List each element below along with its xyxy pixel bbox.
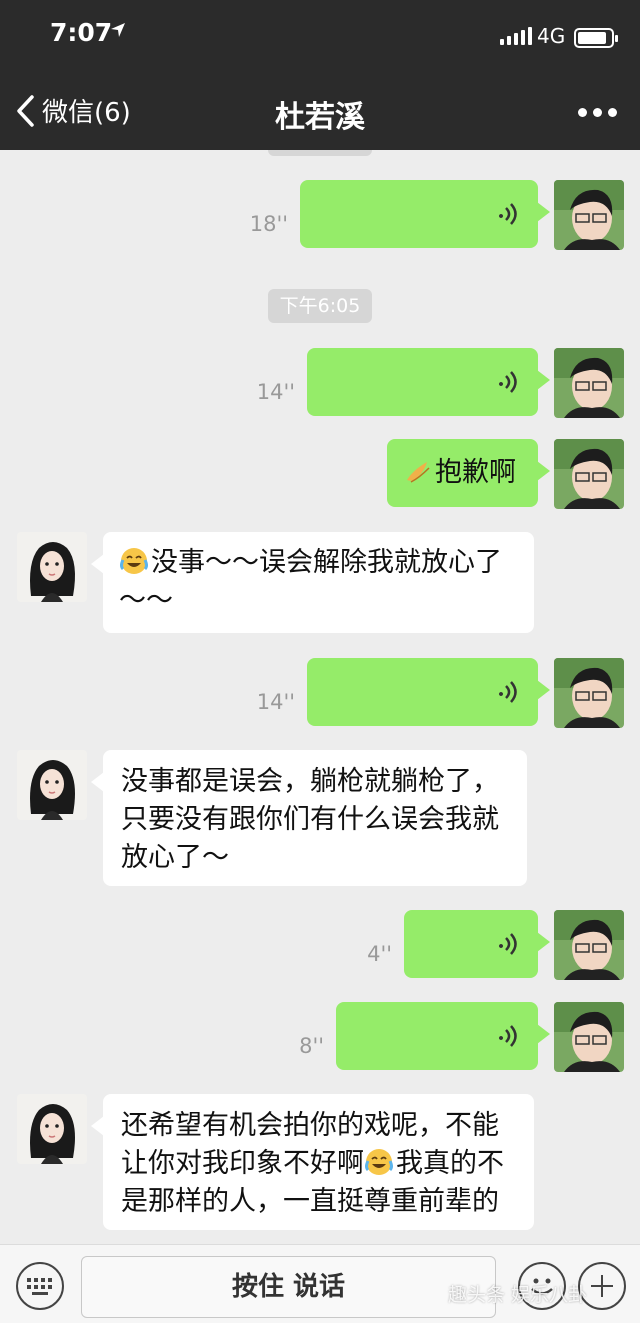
battery-icon — [574, 28, 618, 48]
contact-avatar[interactable] — [17, 1094, 87, 1164]
keyboard-glyph — [27, 1278, 52, 1295]
voice-wave-icon — [499, 933, 517, 955]
text-message[interactable]: 还希望有机会拍你的戏呢，不能 让你对我印象不好啊 我真的不 是那样的人，一直挺尊重… — [91, 1094, 534, 1230]
voice-duration: 14'' — [256, 380, 295, 404]
avatar-image — [17, 1094, 87, 1164]
voice-duration: 18'' — [249, 212, 288, 236]
voice-message[interactable] — [404, 910, 550, 978]
timestamp: 下午6:05 — [268, 289, 372, 323]
avatar-image — [554, 348, 624, 418]
top-bar: 7:07 4G 微信(6) 杜若溪 — [0, 0, 640, 150]
message-text-line: 是那样的人，一直挺尊重前辈的 — [121, 1186, 499, 1217]
avatar-image — [17, 532, 87, 602]
clasped-hands-emoji — [407, 462, 430, 483]
voice-message[interactable] — [336, 1002, 550, 1070]
message-text-line: 只要没有跟你们有什么误会我就 — [121, 804, 499, 835]
text-message[interactable]: 没事都是误会，躺枪就躺枪了， 只要没有跟你们有什么误会我就 放心了～ — [91, 750, 527, 886]
my-avatar[interactable] — [554, 658, 624, 728]
my-avatar[interactable] — [554, 180, 624, 250]
voice-message[interactable] — [307, 348, 550, 416]
signal-icon — [500, 27, 532, 45]
keyboard-icon[interactable] — [16, 1262, 64, 1310]
avatar-image — [554, 658, 624, 728]
status-time: 7:07 — [50, 18, 113, 47]
text-message[interactable]: 没事～～误会解除我就放心了 ～～ — [91, 532, 534, 633]
message-text-line: 让你对我印象不好啊 — [121, 1148, 364, 1179]
watermark: 趣头条 娱乐八卦 — [448, 1284, 588, 1306]
message-text-line: ～～ — [119, 585, 173, 616]
avatar-image — [554, 439, 624, 509]
message-text-line: 没事～～误会解除我就放心了 — [151, 547, 502, 578]
message-text: 抱歉啊 — [435, 457, 516, 488]
avatar-image — [554, 1002, 624, 1072]
more-dots-icon[interactable] — [578, 108, 617, 117]
voice-duration: 4'' — [367, 942, 392, 966]
voice-wave-icon — [499, 203, 517, 225]
voice-wave-icon — [499, 681, 517, 703]
avatar-image — [554, 180, 624, 250]
my-avatar[interactable] — [554, 439, 624, 509]
crying-laughing-emoji — [120, 548, 148, 574]
voice-wave-icon — [499, 1025, 517, 1047]
voice-message[interactable] — [307, 658, 550, 726]
text-message[interactable]: 抱歉啊 — [387, 439, 550, 507]
chat-area[interactable]: 18'' 下午6:05 14'' 抱歉啊 没事～～误会解除我就放心了 ～～ 14… — [0, 150, 640, 1244]
timestamp-partial — [268, 150, 372, 156]
crying-laughing-emoji — [365, 1149, 393, 1175]
hold-to-talk-button[interactable]: 按住 说话 — [81, 1256, 496, 1318]
message-text-line: 还希望有机会拍你的戏呢，不能 — [121, 1110, 499, 1141]
voice-duration: 14'' — [256, 690, 295, 714]
chat-title: 杜若溪 — [275, 100, 365, 135]
location-arrow-icon — [111, 23, 125, 37]
avatar-image — [17, 750, 87, 820]
avatar-image — [554, 910, 624, 980]
contact-avatar[interactable] — [17, 750, 87, 820]
my-avatar[interactable] — [554, 910, 624, 980]
voice-duration: 8'' — [299, 1034, 324, 1058]
network-label: 4G — [537, 24, 566, 48]
voice-message[interactable] — [300, 180, 550, 248]
message-text-line: 没事都是误会，躺枪就躺枪了， — [121, 766, 499, 797]
message-text-line: 放心了～ — [121, 842, 229, 873]
message-text-line: 我真的不 — [396, 1148, 504, 1179]
my-avatar[interactable] — [554, 1002, 624, 1072]
my-avatar[interactable] — [554, 348, 624, 418]
contact-avatar[interactable] — [17, 532, 87, 602]
voice-wave-icon — [499, 371, 517, 393]
